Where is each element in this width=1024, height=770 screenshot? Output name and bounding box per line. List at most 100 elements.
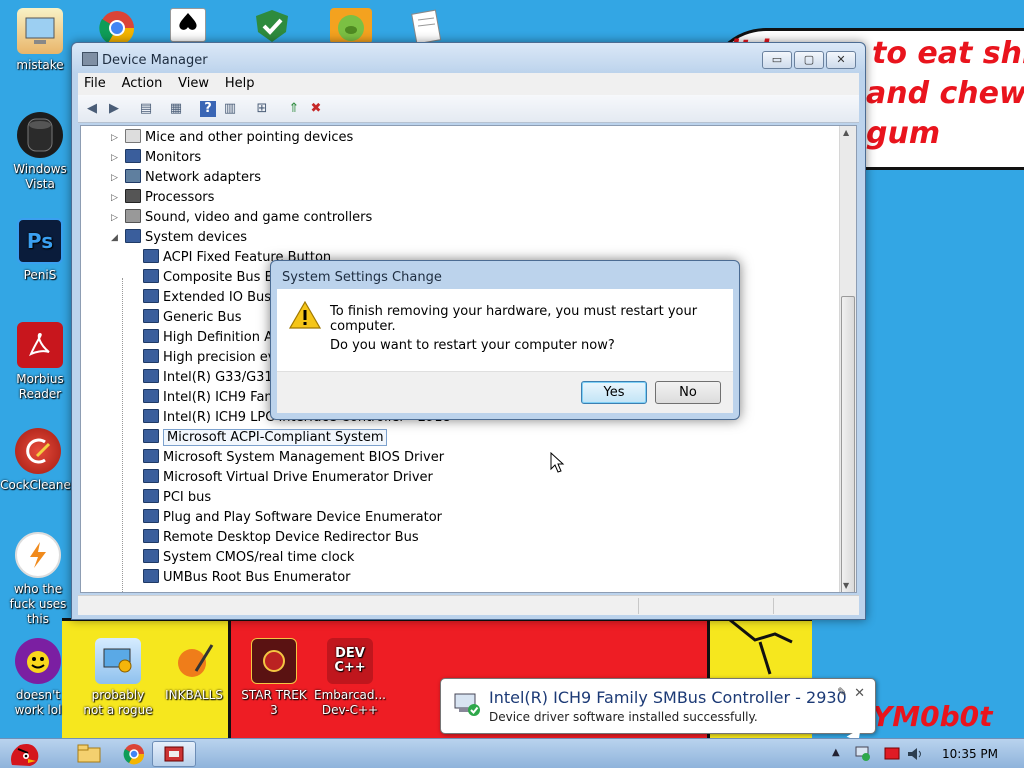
menu-view[interactable]: View — [172, 73, 215, 91]
system-device-icon — [143, 509, 159, 523]
desktop-icon-inkballs[interactable]: INKBALLS — [156, 638, 232, 703]
monitor-gears-icon — [95, 638, 141, 684]
security-desktop-icon[interactable] — [252, 8, 292, 44]
toolbar: ◀ ▶ ▤ ▦ ? ▥ ⊞ ⇑ ✖ — [78, 95, 859, 123]
notification-title: Intel(R) ICH9 Family SMBus Controller - … — [489, 688, 847, 707]
desktop-icon-star-trek[interactable]: STAR TREK 3 — [236, 638, 312, 718]
back-arrow-icon[interactable]: ◀ — [84, 101, 100, 117]
tree-device-item[interactable]: Remote Desktop Device Redirector Bus — [143, 528, 419, 548]
properties-icon[interactable]: ▦ — [168, 101, 184, 117]
wallpaper-text-line3: gum — [866, 116, 941, 151]
menu-file[interactable]: File — [78, 73, 112, 91]
show-hidden-icons-icon[interactable]: ▲ — [832, 747, 840, 758]
system-device-icon — [143, 549, 159, 563]
notification-options-icon[interactable]: ✎ — [837, 685, 847, 699]
help-icon[interactable]: ? — [200, 101, 216, 117]
no-button[interactable]: No — [655, 381, 721, 404]
driver-installed-notification[interactable]: Intel(R) ICH9 Family SMBus Controller - … — [440, 678, 876, 734]
menu-action[interactable]: Action — [116, 73, 169, 91]
uninstall-device-icon[interactable]: ✖ — [308, 101, 324, 117]
desktop-icon-penis[interactable]: Ps PeniS — [2, 218, 78, 283]
chrome-icon — [123, 744, 145, 765]
speaker-icon — [125, 209, 141, 223]
desktop-icon-mistake[interactable]: mistake — [2, 8, 78, 73]
chrome-icon — [99, 11, 135, 46]
vertical-scrollbar[interactable]: ▲ ▼ — [839, 126, 856, 592]
desktop-icon-morbius-reader[interactable]: Morbius Reader — [2, 322, 78, 402]
angry-bird-start-icon[interactable] — [4, 739, 44, 769]
tray-device-success-icon[interactable] — [855, 746, 871, 762]
tree-device-item[interactable]: Microsoft Virtual Drive Enumerator Drive… — [143, 468, 433, 488]
tree-device-item[interactable]: System CMOS/real time clock — [143, 548, 354, 568]
expand-arrow-icon[interactable]: ▷ — [111, 133, 118, 143]
tree-category-network[interactable]: Network adapters — [125, 168, 261, 188]
system-device-icon — [143, 309, 159, 323]
document-desktop-icon[interactable] — [406, 8, 446, 45]
desktop-icon-who-uses-this[interactable]: who the fuck uses this — [0, 532, 76, 627]
desktop-icon-windows-vista[interactable]: Windows Vista — [2, 112, 78, 192]
system-device-icon — [143, 569, 159, 583]
tree-device-item[interactable]: Plug and Play Software Device Enumerator — [143, 508, 442, 528]
tree-device-item[interactable]: PCI bus — [143, 488, 211, 508]
volume-icon[interactable] — [906, 746, 924, 762]
show-hide-console-tree-icon[interactable]: ▤ — [138, 101, 154, 117]
menu-help[interactable]: Help — [219, 73, 261, 91]
desktop-icon-cockcleaner[interactable]: CockCleaner — [0, 428, 76, 493]
minimize-button[interactable]: ▭ — [762, 51, 792, 69]
scrollbar-thumb[interactable] — [841, 296, 855, 592]
tree-device-item[interactable]: Extended IO Bus — [143, 288, 271, 308]
system-device-icon — [125, 229, 141, 243]
photoshop-icon-text: Ps — [26, 228, 54, 253]
status-bar — [78, 595, 859, 615]
chrome-desktop-icon[interactable] — [96, 8, 138, 46]
tree-category-mice[interactable]: Mice and other pointing devices — [125, 128, 353, 148]
documents-icon — [411, 9, 442, 45]
desktop-icon-dev-cpp[interactable]: DEV C++ Embarcad... Dev-C++ — [312, 638, 388, 718]
notification-close-button[interactable]: ✕ — [854, 686, 865, 701]
tray-flag-icon[interactable] — [884, 747, 900, 761]
expand-arrow-icon[interactable]: ▷ — [111, 153, 118, 163]
tree-category-processors[interactable]: Processors — [125, 188, 214, 208]
taskbar-device-manager-button[interactable] — [152, 741, 196, 767]
taskbar-clock[interactable]: 10:35 PM — [942, 747, 998, 761]
scan-hardware-icon[interactable]: ⊞ — [254, 101, 270, 117]
mouse-icon — [125, 129, 141, 143]
network-adapter-icon — [125, 169, 141, 183]
desktop-icon-probably-not-a-rogue[interactable]: probably not a rogue — [80, 638, 156, 718]
system-device-icon — [143, 289, 159, 303]
tree-category-system-devices[interactable]: System devices — [125, 228, 247, 248]
scroll-up-icon[interactable]: ▲ — [843, 128, 849, 137]
tree-device-item[interactable]: Generic Bus — [143, 308, 241, 328]
expand-arrow-icon[interactable]: ▷ — [111, 213, 118, 223]
yes-button[interactable]: Yes — [581, 381, 647, 404]
tree-device-item-selected[interactable]: Microsoft ACPI-Compliant System — [143, 428, 388, 448]
expand-arrow-icon[interactable]: ▷ — [111, 173, 118, 183]
dialog-body: To finish removing your hardware, you mu… — [277, 289, 733, 371]
desktop-icon-label: probably not a rogue — [83, 688, 153, 717]
action-pane-icon[interactable]: ▥ — [222, 101, 238, 117]
tree-device-item[interactable]: Microsoft System Management BIOS Driver — [143, 448, 444, 468]
desktop-icon-doesnt-work[interactable]: doesn't work lol — [0, 638, 76, 718]
dialog-message: To finish removing your hardware, you mu… — [330, 304, 698, 334]
scroll-down-icon[interactable]: ▼ — [843, 581, 849, 590]
tree-device-item[interactable]: UMBus Root Bus Enumerator — [143, 568, 351, 588]
taskbar-explorer-button[interactable] — [68, 741, 112, 767]
system-device-icon — [143, 429, 159, 443]
tree-category-sound[interactable]: Sound, video and game controllers — [125, 208, 372, 228]
system-device-icon — [143, 389, 159, 403]
forward-arrow-icon[interactable]: ▶ — [106, 101, 122, 117]
collapse-arrow-icon[interactable]: ◢ — [111, 233, 118, 243]
close-button[interactable]: ✕ — [826, 51, 856, 69]
bad-piggies-desktop-icon[interactable] — [330, 8, 372, 44]
taskbar-chrome-button[interactable] — [112, 741, 156, 767]
desktop-icon-label: Embarcad... Dev-C++ — [314, 688, 386, 717]
status-divider — [638, 598, 639, 614]
update-driver-icon[interactable]: ⇑ — [286, 101, 302, 117]
folder-icon — [77, 744, 101, 763]
maximize-button[interactable]: ▢ — [794, 51, 824, 69]
tree-category-monitors[interactable]: Monitors — [125, 148, 201, 168]
window-titlebar[interactable]: Device Manager ▭ ▢ ✕ — [72, 43, 865, 73]
expand-arrow-icon[interactable]: ▷ — [111, 193, 118, 203]
solitaire-desktop-icon[interactable] — [170, 8, 206, 42]
monitor-icon — [125, 149, 141, 163]
